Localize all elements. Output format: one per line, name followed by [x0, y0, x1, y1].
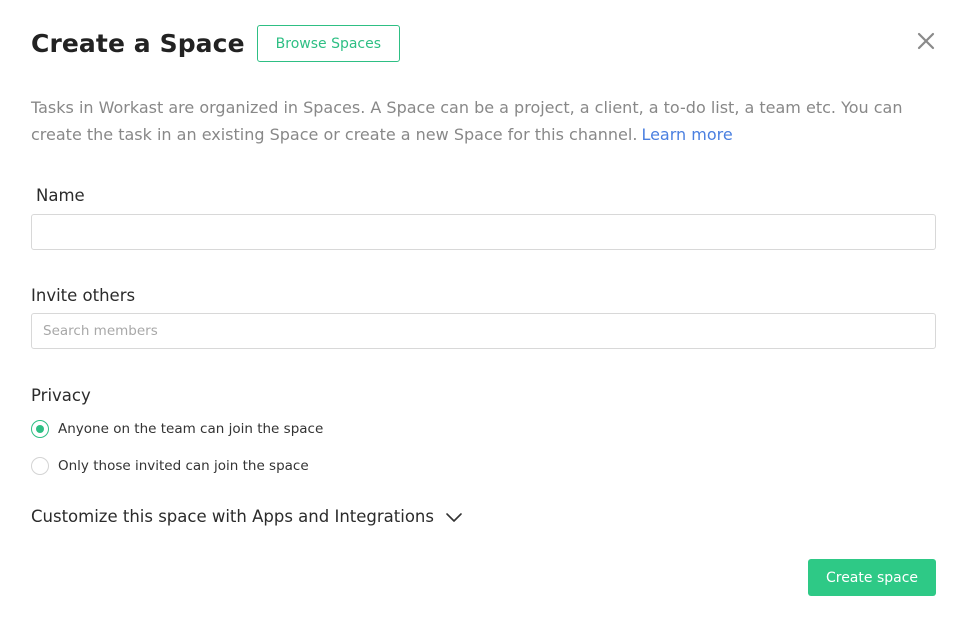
create-space-button[interactable]: Create space: [808, 559, 936, 596]
privacy-label: Privacy: [31, 386, 91, 405]
customize-label: Customize this space with Apps and Integ…: [31, 507, 434, 526]
privacy-option-label: Anyone on the team can join the space: [58, 421, 324, 437]
radio-selected-icon[interactable]: [31, 420, 49, 438]
description-text: Tasks in Workast are organized in Spaces…: [31, 98, 903, 144]
learn-more-link[interactable]: Learn more: [641, 125, 732, 144]
name-input[interactable]: [31, 214, 936, 250]
privacy-option-label: Only those invited can join the space: [58, 458, 309, 474]
privacy-option-invited[interactable]: Only those invited can join the space: [31, 457, 309, 475]
search-members-input[interactable]: [31, 313, 936, 349]
invite-others-label: Invite others: [31, 286, 136, 305]
customize-apps-toggle[interactable]: Customize this space with Apps and Integ…: [31, 507, 463, 526]
close-button[interactable]: [915, 30, 937, 52]
privacy-option-anyone[interactable]: Anyone on the team can join the space: [31, 420, 323, 438]
name-label: Name: [36, 186, 85, 205]
dialog-header: Create a Space Browse Spaces: [31, 25, 401, 62]
description: Tasks in Workast are organized in Spaces…: [31, 94, 936, 148]
page-title: Create a Space: [31, 29, 245, 58]
create-space-dialog: Create a Space Browse Spaces Tasks in Wo…: [0, 0, 965, 624]
radio-unselected-icon[interactable]: [31, 457, 49, 475]
chevron-down-icon: [446, 512, 462, 522]
close-icon: [917, 32, 935, 50]
browse-spaces-button[interactable]: Browse Spaces: [256, 25, 401, 62]
